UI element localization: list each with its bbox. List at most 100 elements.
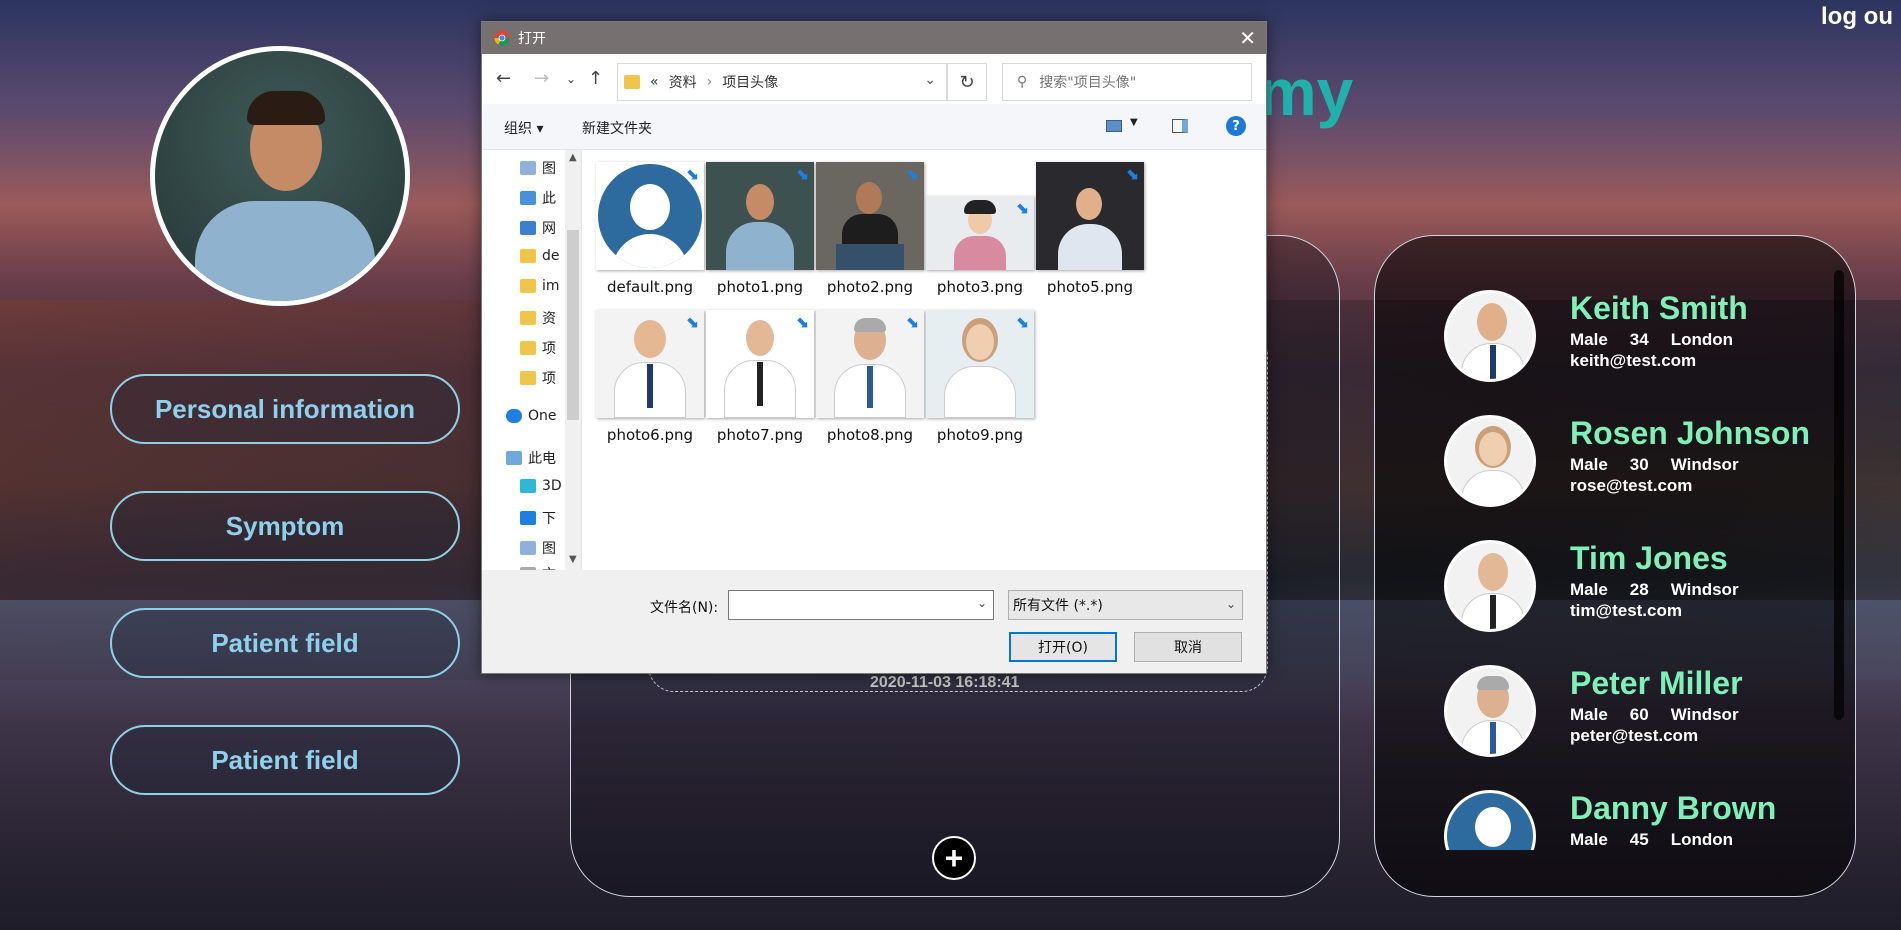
doctor-email: peter@test.com xyxy=(1570,726,1699,745)
profile-avatar[interactable] xyxy=(150,46,410,306)
chevron-down-icon[interactable]: ⌄ xyxy=(924,72,936,88)
tree-item[interactable]: 项 xyxy=(520,338,556,358)
tree-item[interactable]: 图 xyxy=(520,538,556,558)
folder-icon xyxy=(624,75,640,89)
preview-pane-icon[interactable] xyxy=(1172,119,1188,133)
shortcut-arrow-icon: ⬊ xyxy=(795,164,809,183)
tree-item[interactable]: 图 xyxy=(520,158,556,178)
open-button[interactable]: 打开(O) xyxy=(1009,632,1117,662)
forward-arrow-icon[interactable]: → xyxy=(534,68,549,89)
tree-scroll-thumb[interactable] xyxy=(567,230,579,420)
dialog-title: 打开 xyxy=(518,31,546,47)
filetype-value: 所有文件 (*.*) xyxy=(1013,598,1103,614)
file-name: photo5.png xyxy=(1046,278,1134,296)
shortcut-arrow-icon: ⬊ xyxy=(685,164,699,183)
refresh-button[interactable]: ↻ xyxy=(947,63,987,101)
cancel-button[interactable]: 取消 xyxy=(1134,632,1242,662)
tree-item[interactable]: 下 xyxy=(520,508,556,528)
up-arrow-icon[interactable]: ↑ xyxy=(588,68,603,89)
add-record-button[interactable]: + xyxy=(932,836,976,880)
scroll-up-icon[interactable]: ▲ xyxy=(569,152,577,163)
file-name: photo2.png xyxy=(826,278,914,296)
doctor-item[interactable]: Tim Jones Male 28 Windsor tim@test.com xyxy=(1444,540,1824,665)
shortcut-arrow-icon: ⬊ xyxy=(1015,198,1029,217)
doctor-item[interactable]: Danny Brown Male 45 London xyxy=(1444,790,1824,850)
doctor-avatar xyxy=(1444,540,1536,632)
close-icon[interactable]: ✕ xyxy=(1239,26,1256,50)
tree-item[interactable]: 此 xyxy=(520,188,556,208)
doctor-email: tim@test.com xyxy=(1570,601,1682,620)
file-item[interactable]: ⬊ photo3.png xyxy=(920,158,1040,298)
file-item[interactable]: ⬊ photo1.png xyxy=(700,158,820,298)
search-icon: ⚲ xyxy=(1017,74,1028,90)
file-name: photo9.png xyxy=(936,426,1024,444)
recent-locations-chevron-icon[interactable]: ⌄ xyxy=(566,72,576,86)
doctor-list-scrollbar[interactable] xyxy=(1834,270,1844,720)
dialog-titlebar[interactable]: 打开 ✕ xyxy=(482,22,1266,54)
breadcrumb-overflow[interactable]: « xyxy=(650,74,659,90)
address-bar[interactable]: « 资料 › 项目头像 ⌄ xyxy=(617,63,947,101)
file-open-dialog: 打开 ✕ ← → ⌄ ↑ « 资料 › 项目头像 ⌄ ↻ ⚲ 搜索"项目头像" … xyxy=(481,21,1267,674)
doctor-avatar-default xyxy=(1444,790,1536,850)
doctor-name: Danny Brown xyxy=(1570,790,1777,826)
view-dropdown-icon[interactable]: ▼ xyxy=(1130,117,1138,128)
address-row: ← → ⌄ ↑ « 资料 › 项目头像 ⌄ ↻ ⚲ 搜索"项目头像" xyxy=(482,54,1266,104)
page-title-fragment: my xyxy=(1258,55,1354,129)
help-icon[interactable]: ? xyxy=(1226,116,1246,136)
file-item[interactable]: ⬊ default.png xyxy=(590,158,710,298)
nav-patient-field-button[interactable]: Patient field xyxy=(110,608,460,678)
organize-menu[interactable]: 组织 ▾ xyxy=(504,118,543,138)
tree-item[interactable]: de xyxy=(520,248,560,264)
file-item[interactable]: ⬊ photo2.png xyxy=(810,158,930,298)
shortcut-arrow-icon: ⬊ xyxy=(1125,164,1139,183)
filename-input[interactable]: ⌄ xyxy=(728,590,994,620)
filename-label: 文件名(N): xyxy=(650,600,719,616)
dialog-footer: 文件名(N): ⌄ 所有文件 (*.*) ⌄ 打开(O) 取消 xyxy=(482,570,1266,673)
file-name: photo6.png xyxy=(606,426,694,444)
tree-item-onedrive[interactable]: One xyxy=(506,408,557,424)
tree-item[interactable]: 3D xyxy=(520,478,562,494)
view-icon[interactable] xyxy=(1106,120,1122,132)
search-placeholder: 搜索"项目头像" xyxy=(1039,75,1137,91)
doctor-email: rose@test.com xyxy=(1570,476,1693,495)
shortcut-arrow-icon: ⬊ xyxy=(905,312,919,331)
file-item[interactable]: ⬊ photo8.png xyxy=(810,306,930,446)
file-name: photo7.png xyxy=(716,426,804,444)
doctor-info: Male 60 Windsor xyxy=(1570,705,1739,724)
tree-item[interactable]: 资 xyxy=(520,308,556,328)
tree-item[interactable]: im xyxy=(520,278,560,294)
doctor-info: Male 30 Windsor xyxy=(1570,455,1739,474)
nav-symptom-button[interactable]: Symptom xyxy=(110,491,460,561)
doctor-item[interactable]: Rosen Johnson Male 30 Windsor rose@test.co… xyxy=(1444,415,1824,540)
nav-patient-field-button-2[interactable]: Patient field xyxy=(110,725,460,795)
new-folder-button[interactable]: 新建文件夹 xyxy=(582,118,652,138)
file-item[interactable]: ⬊ photo7.png xyxy=(700,306,820,446)
doctor-item[interactable]: Peter Miller Male 60 Windsor peter@test.co… xyxy=(1444,665,1824,790)
filetype-select[interactable]: 所有文件 (*.*) ⌄ xyxy=(1008,590,1243,620)
back-arrow-icon[interactable]: ← xyxy=(496,68,511,89)
doctor-name: Keith Smith xyxy=(1570,290,1748,326)
tree-item-this-pc[interactable]: 此电 xyxy=(506,448,556,468)
doctor-name: Rosen Johnson xyxy=(1570,415,1811,451)
file-name: photo3.png xyxy=(936,278,1024,296)
logout-link[interactable]: log ou xyxy=(1821,0,1901,34)
doctor-item[interactable]: Keith Smith Male 34 London keith@test.com xyxy=(1444,290,1824,415)
breadcrumb-item-current[interactable]: 项目头像 xyxy=(722,72,778,92)
breadcrumb-item[interactable]: 资料 xyxy=(669,72,697,92)
tree-scrollbar[interactable]: ▲ ▼ xyxy=(565,150,581,570)
doctor-info: Male 28 Windsor xyxy=(1570,580,1739,599)
file-grid: ⬊ default.png ⬊ photo1.png ⬊ photo2.png xyxy=(582,150,1266,570)
file-item[interactable]: ⬊ photo9.png xyxy=(920,306,1040,446)
search-input[interactable]: ⚲ 搜索"项目头像" xyxy=(1002,63,1252,101)
file-name: photo1.png xyxy=(716,278,804,296)
file-item[interactable]: ⬊ photo5.png xyxy=(1030,158,1150,298)
chevron-down-icon[interactable]: ⌄ xyxy=(977,596,987,610)
doctor-name: Tim Jones xyxy=(1570,540,1728,576)
tree-item[interactable]: 项 xyxy=(520,368,556,388)
scroll-down-icon[interactable]: ▼ xyxy=(569,554,577,565)
chevron-down-icon[interactable]: ⌄ xyxy=(1226,597,1236,611)
file-item[interactable]: ⬊ photo6.png xyxy=(590,306,710,446)
doctor-email: keith@test.com xyxy=(1570,351,1697,370)
nav-personal-information-button[interactable]: Personal information xyxy=(110,374,460,444)
tree-item[interactable]: 网 xyxy=(520,218,556,238)
